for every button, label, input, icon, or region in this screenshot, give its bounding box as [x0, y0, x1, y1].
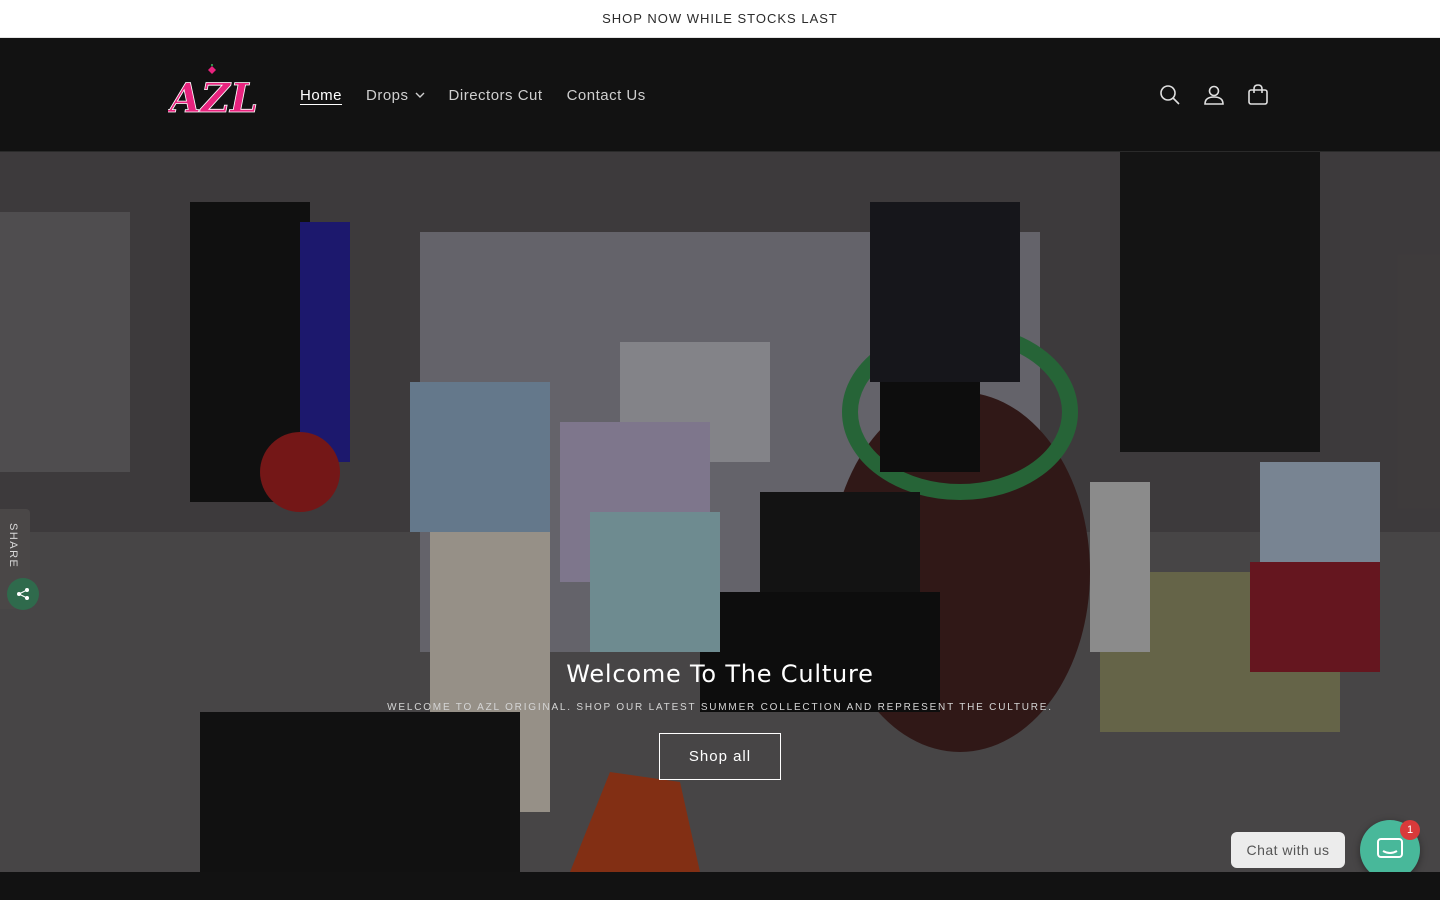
chevron-down-icon	[415, 92, 425, 98]
search-icon[interactable]	[1156, 81, 1184, 109]
main-nav: Home Drops Directors Cut Contact Us	[288, 38, 658, 152]
hero-subtitle: WELCOME TO AZL ORIGINAL. SHOP OUR LATEST…	[387, 702, 1053, 713]
svg-text:AZL: AZL	[168, 75, 258, 122]
site-header: AZL Home Drops Directors Cut Contact Us	[0, 38, 1440, 152]
chat-icon	[1377, 838, 1403, 858]
hero-content: Welcome To The Culture WELCOME TO AZL OR…	[0, 660, 1440, 780]
chat-label-text: Chat with us	[1246, 842, 1330, 858]
hero-banner: Welcome To The Culture WELCOME TO AZL OR…	[0, 152, 1440, 872]
chat-badge-count: 1	[1406, 824, 1414, 836]
announcement-text: SHOP NOW WHILE STOCKS LAST	[602, 11, 838, 26]
share-icon[interactable]	[7, 578, 39, 610]
azl-logo[interactable]: AZL	[165, 64, 260, 126]
nav-drops[interactable]: Drops	[354, 87, 437, 104]
hero-title: Welcome To The Culture	[566, 660, 874, 688]
share-label: SHARE	[7, 523, 19, 569]
account-icon[interactable]	[1200, 81, 1228, 109]
nav-home-label: Home	[300, 86, 343, 104]
nav-contact-us-label: Contact Us	[566, 86, 646, 104]
chat-notification-badge: 1	[1400, 820, 1420, 840]
header-actions	[1156, 38, 1272, 152]
cart-icon[interactable]	[1244, 81, 1272, 109]
nav-home[interactable]: Home	[288, 87, 354, 104]
nav-contact-us[interactable]: Contact Us	[555, 87, 658, 104]
nav-directors-cut[interactable]: Directors Cut	[437, 87, 555, 104]
nav-drops-label: Drops	[366, 86, 409, 104]
shop-all-button[interactable]: Shop all	[659, 733, 781, 780]
footer-strip	[0, 872, 1440, 900]
chat-with-us-label[interactable]: Chat with us	[1231, 832, 1345, 868]
nav-directors-cut-label: Directors Cut	[448, 86, 543, 104]
announcement-bar: SHOP NOW WHILE STOCKS LAST	[0, 0, 1440, 38]
